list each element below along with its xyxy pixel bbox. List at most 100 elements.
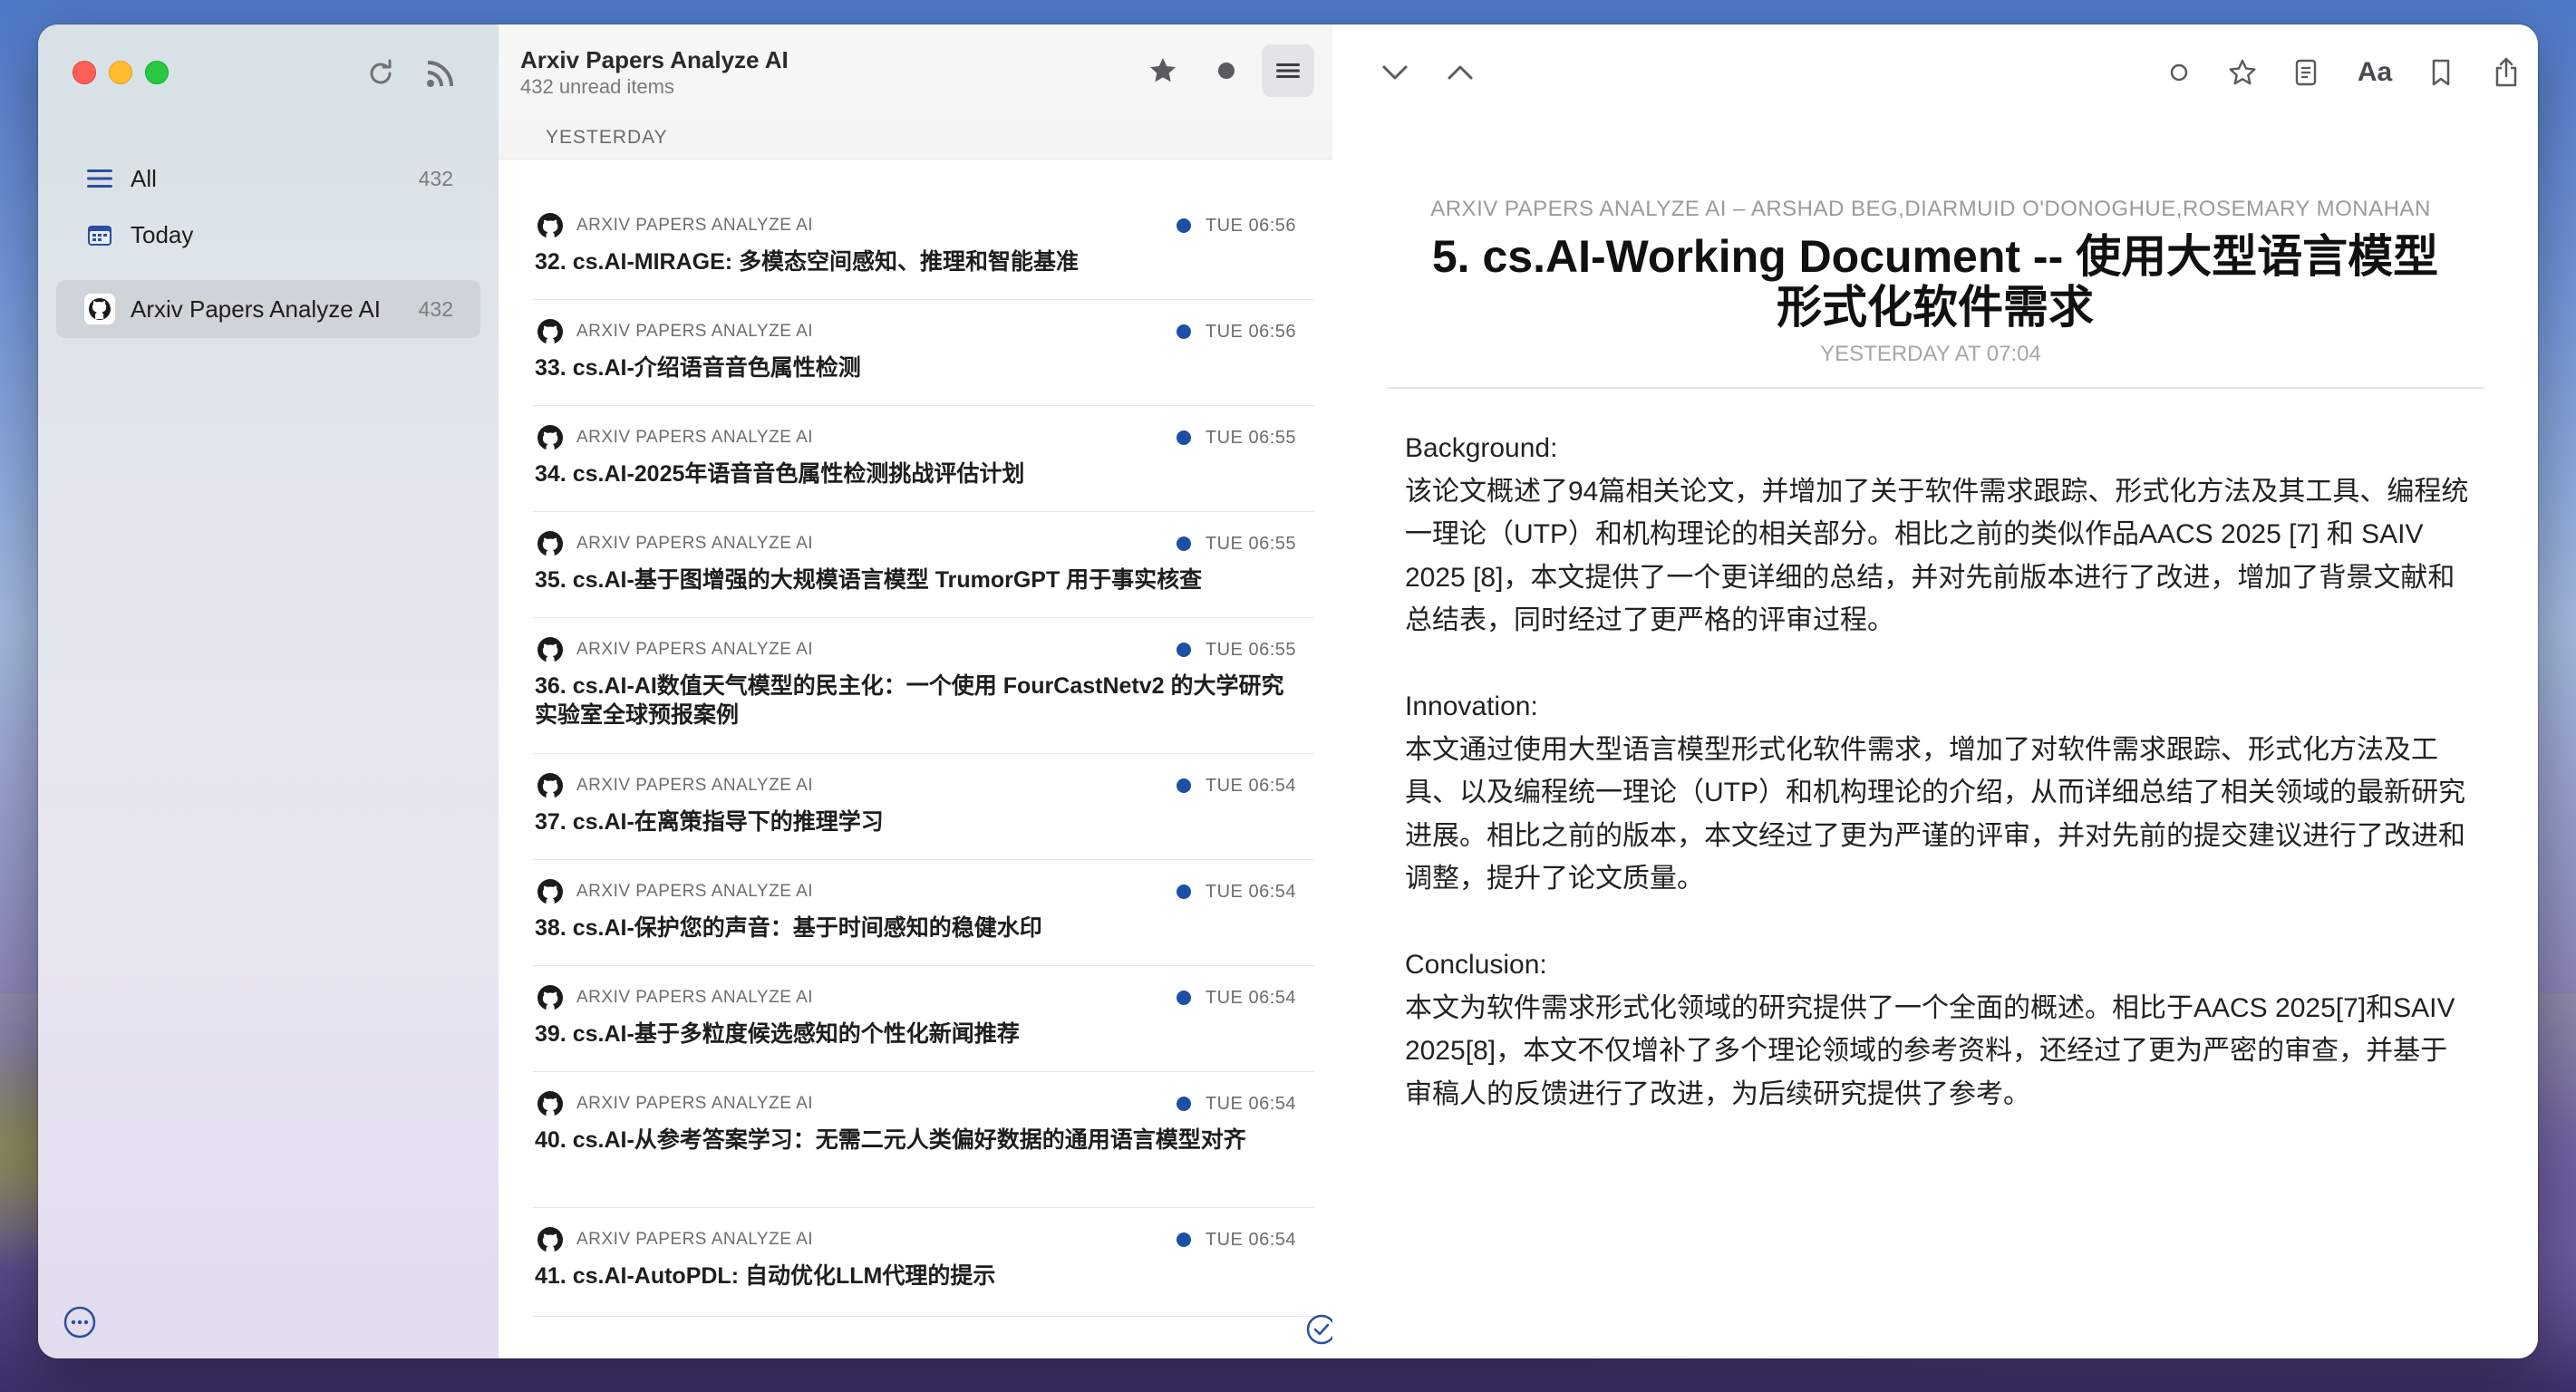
unread-filter-button[interactable] [1200, 44, 1253, 97]
chevron-up-icon [1448, 65, 1473, 80]
sidebar-item-count: 432 [418, 296, 453, 321]
item-time: TUE 06:54 [1205, 1093, 1296, 1114]
article-list-item[interactable]: ARXIV PAPERS ANALYZE AI TUE 06:54 38. cs.A… [533, 859, 1314, 966]
more-options-icon[interactable] [62, 1304, 98, 1340]
item-source: ARXIV PAPERS ANALYZE AI [576, 216, 814, 235]
github-icon [537, 985, 563, 1010]
next-article-button[interactable] [1370, 48, 1419, 97]
github-icon [537, 637, 563, 662]
sidebar-item-all[interactable]: All 432 [56, 151, 480, 206]
article-section-background: Background: 该论文概述了94篇相关论文，并增加了关于软件需求跟踪、形… [1405, 427, 2474, 643]
github-icon [537, 773, 563, 798]
github-icon [537, 879, 563, 904]
article-section-conclusion: Conclusion: 本文为软件需求形式化领域的研究提供了一个全面的概述。相比… [1405, 943, 2474, 1116]
unread-dot-icon [1176, 1097, 1191, 1111]
article-list-item[interactable]: ARXIV PAPERS ANALYZE AI TUE 06:55 36. cs.A… [533, 617, 1314, 754]
item-time: TUE 06:54 [1205, 775, 1296, 796]
article-list-item[interactable]: ARXIV PAPERS ANALYZE AI TUE 06:55 35. cs.A… [533, 511, 1314, 618]
item-time: TUE 06:54 [1205, 1229, 1296, 1250]
item-meta: ARXIV PAPERS ANALYZE AI TUE 06:54 [533, 877, 1314, 906]
item-title: 41. cs.AI-AutoPDL: 自动优化LLM代理的提示 [535, 1263, 996, 1289]
reader-view-button[interactable] [2281, 48, 2330, 97]
star-button[interactable] [2218, 48, 2267, 97]
sidebar-item-today[interactable]: Today [56, 208, 480, 262]
item-time: TUE 06:54 [1205, 881, 1296, 902]
item-title: 38. cs.AI-保护您的声音：基于时间感知的稳健水印 [535, 915, 1042, 941]
list-icon [83, 162, 116, 195]
item-meta: ARXIV PAPERS ANALYZE AI TUE 06:54 [533, 1225, 1314, 1254]
section-heading: Innovation: [1405, 691, 1538, 721]
star-icon [2229, 59, 2256, 85]
item-time: TUE 06:54 [1205, 987, 1296, 1008]
text-size-icon[interactable]: Aa [2347, 48, 2403, 97]
refresh-icon[interactable] [363, 55, 399, 92]
section-text: 本文通过使用大型语言模型形式化软件需求，增加了对软件需求跟踪、形式化方法及工具、… [1405, 734, 2465, 894]
list-icon [1276, 63, 1300, 78]
rss-icon[interactable] [422, 55, 459, 92]
item-title: 34. cs.AI-2025年语音音色属性检测挑战评估计划 [535, 461, 1025, 487]
item-meta: ARXIV PAPERS ANALYZE AI TUE 06:56 [533, 211, 1314, 240]
item-title: 39. cs.AI-基于多粒度候选感知的个性化新闻推荐 [535, 1021, 1020, 1047]
zoom-window-button[interactable] [145, 61, 169, 84]
item-source: ARXIV PAPERS ANALYZE AI [576, 322, 814, 341]
share-button[interactable] [2482, 48, 2531, 97]
mark-unread-button[interactable] [2155, 48, 2203, 97]
star-filled-icon [1150, 58, 1176, 82]
previous-article-button[interactable] [1436, 48, 1485, 97]
github-icon [537, 213, 563, 238]
divider [1387, 387, 2484, 389]
item-source: ARXIV PAPERS ANALYZE AI [576, 428, 814, 447]
article-authors: ARXIV PAPERS ANALYZE AI – ARSHAD BEG,DIA… [1430, 197, 2431, 221]
item-source: ARXIV PAPERS ANALYZE AI [576, 988, 814, 1007]
article-list: Arxiv Papers Analyze AI 432 unread items… [499, 24, 1337, 1358]
item-source: ARXIV PAPERS ANALYZE AI [576, 1094, 814, 1113]
item-time: TUE 06:56 [1205, 321, 1296, 342]
unread-dot-icon [1176, 991, 1191, 1005]
github-icon [537, 319, 563, 344]
article-list-item[interactable]: ARXIV PAPERS ANALYZE AI TUE 06:55 34. cs.A… [533, 405, 1314, 512]
bookmark-button[interactable] [2416, 48, 2465, 97]
item-source: ARXIV PAPERS ANALYZE AI [576, 776, 814, 795]
minimize-window-button[interactable] [109, 61, 132, 84]
unread-dot-icon [1176, 1232, 1191, 1247]
close-window-button[interactable] [73, 61, 96, 84]
article-list-item[interactable]: ARXIV PAPERS ANALYZE AI TUE 06:54 37. cs.A… [533, 753, 1314, 860]
article-list-item[interactable]: ARXIV PAPERS ANALYZE AI TUE 06:56 32. cs.A… [533, 193, 1314, 300]
item-source: ARXIV PAPERS ANALYZE AI [576, 640, 814, 659]
item-title: 36. cs.AI-AI数值天气模型的民主化：一个使用 FourCastNetv… [535, 673, 1284, 728]
starred-filter-button[interactable] [1137, 44, 1189, 97]
github-icon [537, 1091, 563, 1116]
share-icon [2495, 57, 2517, 87]
github-icon [537, 531, 563, 556]
date-section-header: YESTERDAY [499, 119, 1332, 160]
item-title: 37. cs.AI-在离策指导下的推理学习 [535, 809, 884, 835]
feed-title: Arxiv Papers Analyze AI [520, 46, 789, 73]
calendar-icon [83, 218, 116, 251]
dot-icon [1218, 63, 1235, 79]
item-meta: ARXIV PAPERS ANALYZE AI TUE 06:56 [533, 317, 1314, 346]
bookmark-icon [2432, 59, 2450, 86]
item-meta: ARXIV PAPERS ANALYZE AI TUE 06:55 [533, 529, 1314, 558]
section-heading: Conclusion: [1405, 950, 1547, 980]
list-header: Arxiv Papers Analyze AI 432 unread items [499, 24, 1332, 120]
item-time: TUE 06:55 [1205, 427, 1296, 448]
github-icon [83, 293, 116, 325]
sidebar-item-arxiv-feed[interactable]: Arxiv Papers Analyze AI 432 [56, 280, 480, 338]
item-title: 35. cs.AI-基于图增强的大规模语言模型 TrumorGPT 用于事实核查 [535, 567, 1203, 593]
all-filter-button[interactable] [1262, 44, 1314, 97]
article-list-item[interactable]: ARXIV PAPERS ANALYZE AI TUE 06:54 40. cs.A… [533, 1071, 1314, 1208]
article-list-item[interactable]: ARXIV PAPERS ANALYZE AI TUE 06:54 39. cs.A… [533, 965, 1314, 1072]
item-time: TUE 06:55 [1205, 639, 1296, 660]
github-icon [537, 425, 563, 450]
item-time: TUE 06:56 [1205, 215, 1296, 236]
article-list-item[interactable]: ARXIV PAPERS ANALYZE AI TUE 06:54 41. cs.A… [533, 1207, 1314, 1317]
article-title: 5. cs.AI-Working Document -- 使用大型语言模型形式化… [1431, 231, 2439, 333]
sidebar-item-label: All [131, 164, 157, 192]
unread-dot-icon [1176, 324, 1191, 339]
article-list-item[interactable]: ARXIV PAPERS ANALYZE AI TUE 06:56 33. cs.A… [533, 299, 1314, 406]
item-time: TUE 06:55 [1205, 533, 1296, 554]
item-meta: ARXIV PAPERS ANALYZE AI TUE 06:55 [533, 635, 1314, 664]
chevron-down-icon [1382, 65, 1408, 80]
sidebar-item-label: Arxiv Papers Analyze AI [131, 295, 382, 323]
unread-dot-icon [1176, 884, 1191, 899]
